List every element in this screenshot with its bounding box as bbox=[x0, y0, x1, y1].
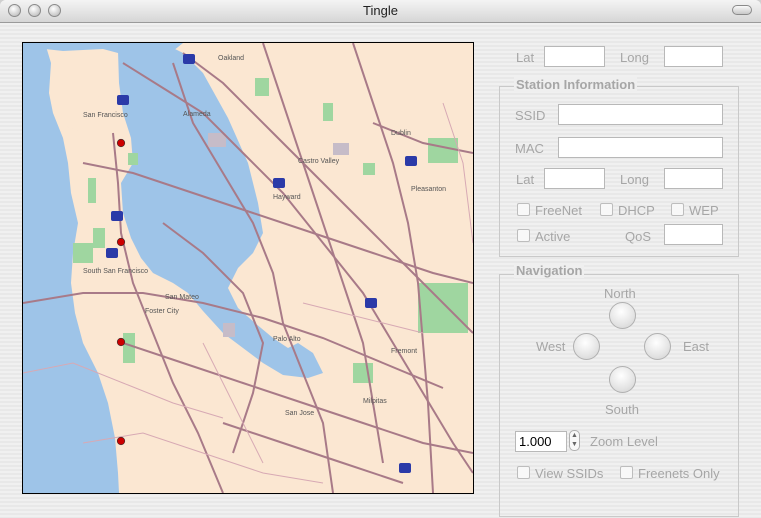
map-label-pleasanton: Pleasanton bbox=[411, 186, 446, 193]
map-label-alameda: Alameda bbox=[183, 111, 211, 118]
zoom-level-field[interactable]: 1.000 bbox=[515, 431, 567, 452]
east-label: East bbox=[683, 339, 710, 354]
station-pin bbox=[116, 237, 126, 247]
navigation-title: Navigation bbox=[514, 263, 585, 278]
stepper-up-icon[interactable]: ▲ bbox=[570, 431, 579, 440]
north-label: North bbox=[604, 286, 636, 301]
map-label-oakland: Oakland bbox=[218, 55, 244, 62]
north-button[interactable] bbox=[609, 302, 636, 329]
map-label-fremont: Fremont bbox=[391, 348, 417, 355]
zoom-level-label: Zoom Level bbox=[590, 434, 658, 449]
mac-field[interactable] bbox=[558, 137, 723, 158]
wep-checkbox[interactable] bbox=[671, 203, 684, 216]
station-info-title: Station Information bbox=[514, 77, 638, 92]
map-label-ssf: South San Francisco bbox=[83, 268, 148, 275]
map-label-hayward: Hayward bbox=[273, 194, 301, 201]
active-label: Active bbox=[535, 229, 571, 244]
station-lat-label: Lat bbox=[516, 172, 535, 187]
view-ssids-label: View SSIDs bbox=[535, 466, 604, 481]
mac-label: MAC bbox=[515, 141, 544, 156]
south-label: South bbox=[605, 402, 639, 417]
map-label-paloalto: Palo Alto bbox=[273, 336, 301, 343]
map-label-castrovalley: Castro Valley bbox=[298, 158, 340, 165]
map-label-sf: San Francisco bbox=[83, 112, 128, 119]
map-label-foster: Foster City bbox=[145, 308, 179, 315]
view-ssids-checkbox[interactable] bbox=[517, 466, 530, 479]
freenet-checkbox[interactable] bbox=[517, 203, 530, 216]
dhcp-checkbox[interactable] bbox=[600, 203, 613, 216]
top-lat-field[interactable] bbox=[544, 46, 605, 67]
top-lat-label: Lat bbox=[516, 50, 535, 65]
station-lat-field[interactable] bbox=[544, 168, 605, 189]
zoom-stepper[interactable]: ▲ ▼ bbox=[569, 430, 580, 451]
map-label-sanmateo: San Mateo bbox=[165, 294, 199, 301]
station-pin bbox=[116, 436, 126, 446]
ssid-field[interactable] bbox=[558, 104, 723, 125]
ssid-label: SSID bbox=[515, 108, 546, 123]
freenet-label: FreeNet bbox=[535, 203, 582, 218]
south-button[interactable] bbox=[609, 366, 636, 393]
map-label-milpitas: Milpitas bbox=[363, 398, 387, 405]
station-pin bbox=[116, 138, 126, 148]
station-long-field[interactable] bbox=[664, 168, 723, 189]
qos-field[interactable] bbox=[664, 224, 723, 245]
map-label-dublin: Dublin bbox=[391, 130, 411, 137]
map-canvas[interactable]: Oakland San Francisco Alameda Hayward Sa… bbox=[23, 43, 473, 493]
app-window: Tingle Oakland San Francisco Alameda Hay… bbox=[0, 0, 761, 518]
freenets-only-label: Freenets Only bbox=[638, 466, 720, 481]
top-long-field[interactable] bbox=[664, 46, 723, 67]
station-long-label: Long bbox=[620, 172, 649, 187]
title-bar: Tingle bbox=[0, 0, 761, 23]
dhcp-label: DHCP bbox=[618, 203, 655, 218]
window-title: Tingle bbox=[363, 3, 398, 18]
window-content: Oakland San Francisco Alameda Hayward Sa… bbox=[0, 23, 761, 518]
toolbar-toggle-button[interactable] bbox=[732, 5, 752, 15]
wep-label: WEP bbox=[689, 203, 719, 218]
east-button[interactable] bbox=[644, 333, 671, 360]
west-label: West bbox=[536, 339, 566, 354]
map-label-sanjose: San Jose bbox=[285, 410, 314, 417]
stepper-down-icon[interactable]: ▼ bbox=[570, 440, 579, 449]
west-button[interactable] bbox=[573, 333, 600, 360]
map-view[interactable]: Oakland San Francisco Alameda Hayward Sa… bbox=[22, 42, 474, 494]
qos-label: QoS bbox=[625, 229, 652, 244]
freenets-only-checkbox[interactable] bbox=[620, 466, 633, 479]
active-checkbox[interactable] bbox=[517, 229, 530, 242]
top-long-label: Long bbox=[620, 50, 649, 65]
station-pin bbox=[116, 337, 126, 347]
